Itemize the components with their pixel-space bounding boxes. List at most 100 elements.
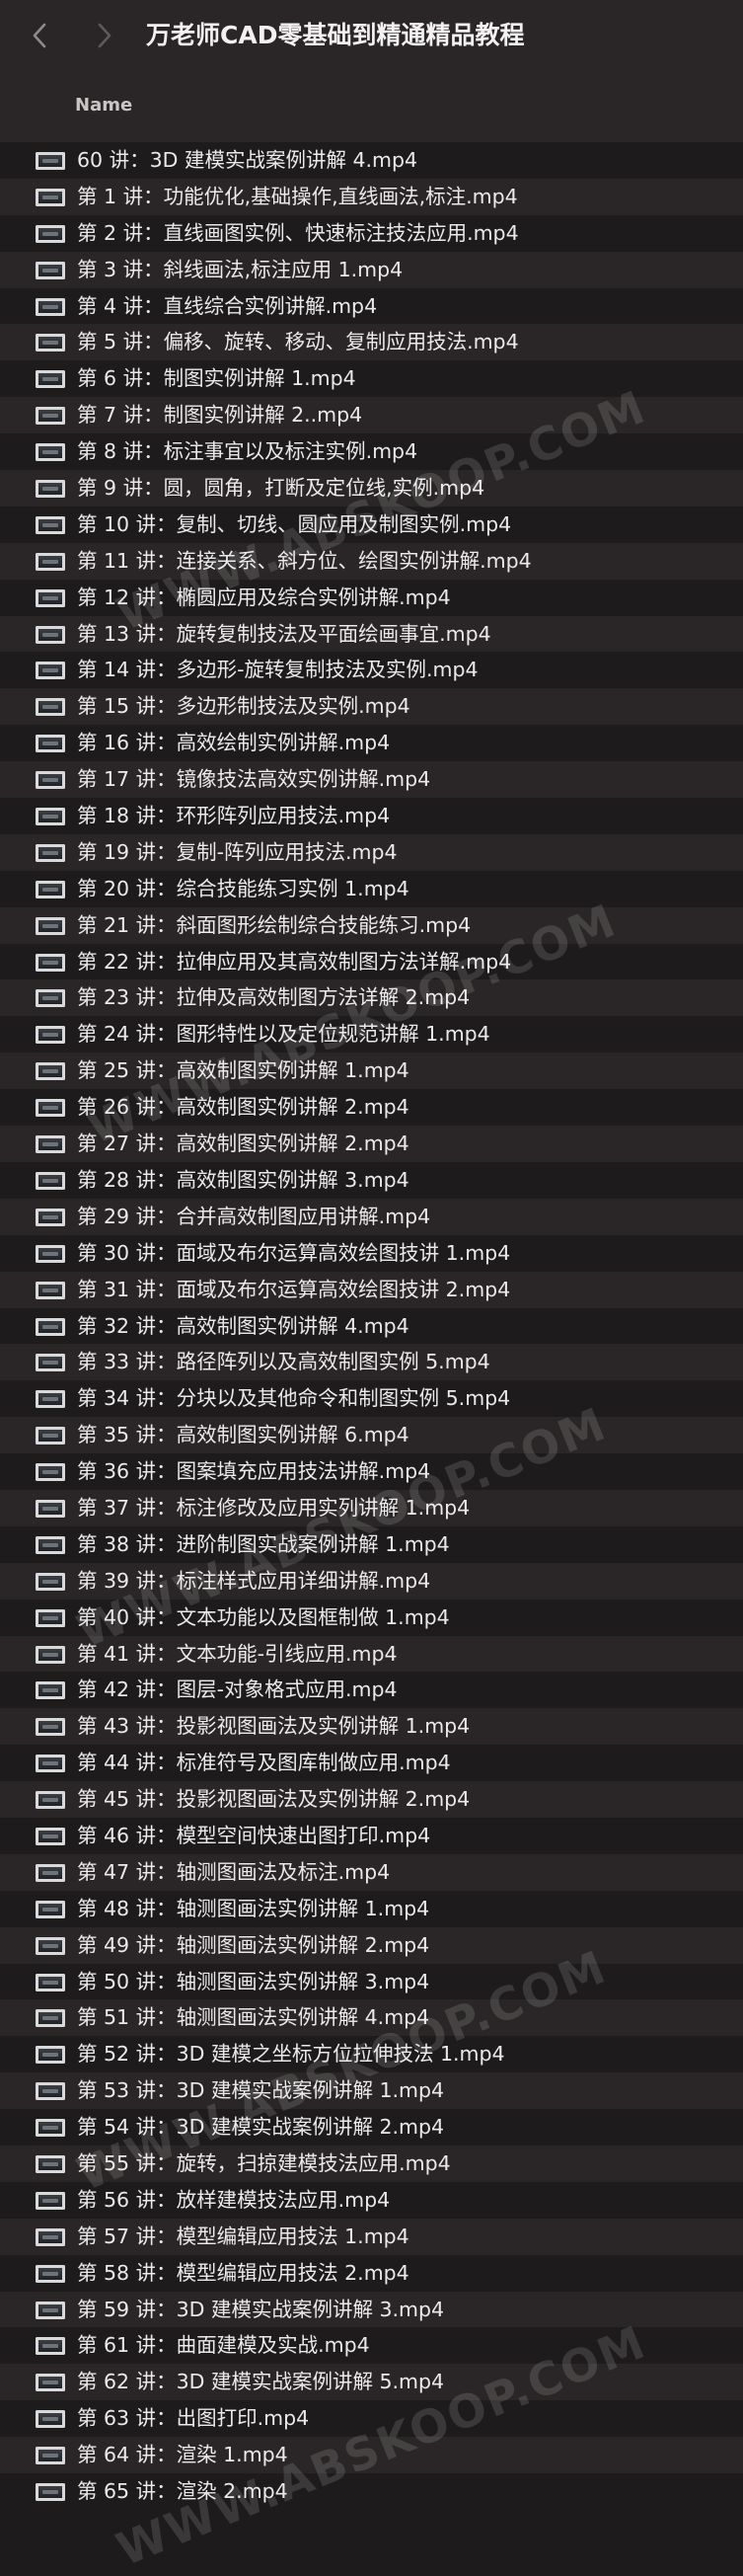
file-row[interactable]: 第 12 讲：椭圆应用及综合实例讲解.mp4 — [0, 579, 743, 616]
file-row[interactable]: 第 65 讲：渲染 2.mp4 — [0, 2473, 743, 2510]
back-button[interactable] — [20, 14, 59, 57]
file-row[interactable]: 第 24 讲：图形特性以及定位规范讲解 1.mp4 — [0, 1016, 743, 1054]
file-row[interactable]: 第 62 讲：3D 建模实战案例讲解 5.mp4 — [0, 2364, 743, 2401]
file-row[interactable]: 第 29 讲：合并高效制图应用讲解.mp4 — [0, 1198, 743, 1235]
file-row[interactable]: 第 5 讲：偏移、旋转、移动、复制应用技法.mp4 — [0, 324, 743, 361]
file-name: 第 23 讲：拉伸及高效制图方法详解 2.mp4 — [77, 985, 471, 1010]
file-row[interactable]: 第 10 讲：复制、切线、圆应用及制图实例.mp4 — [0, 506, 743, 543]
file-name: 第 54 讲：3D 建模实战案例讲解 2.mp4 — [77, 2115, 445, 2140]
file-name: 第 21 讲：斜面图形绘制综合技能练习.mp4 — [77, 912, 472, 937]
file-name: 第 64 讲：渲染 1.mp4 — [77, 2443, 288, 2467]
file-name: 第 26 讲：高效制图实例讲解 2.mp4 — [77, 1095, 409, 1120]
video-file-icon — [36, 1062, 65, 1081]
file-row[interactable]: 第 58 讲：模型编辑应用技法 2.mp4 — [0, 2254, 743, 2292]
file-row[interactable]: 第 25 讲：高效制图实例讲解 1.mp4 — [0, 1053, 743, 1090]
file-row[interactable]: 第 7 讲：制图实例讲解 2..mp4 — [0, 397, 743, 434]
file-row[interactable]: 第 50 讲：轴测图画法实例讲解 3.mp4 — [0, 1963, 743, 2000]
file-name: 第 2 讲：直线画图实例、快速标注技法应用.mp4 — [77, 220, 519, 245]
video-file-icon — [36, 989, 65, 1008]
file-row[interactable]: 第 52 讲：3D 建模之坐标方位拉伸技法 1.mp4 — [0, 2036, 743, 2073]
file-row[interactable]: 第 55 讲：旋转，扫掠建模技法应用.mp4 — [0, 2145, 743, 2182]
file-row[interactable]: 第 33 讲：路径阵列以及高效制图实例 5.mp4 — [0, 1344, 743, 1381]
file-row[interactable]: 第 42 讲：图层-对象格式应用.mp4 — [0, 1672, 743, 1709]
file-row[interactable]: 第 15 讲：多边形制技法及实例.mp4 — [0, 688, 743, 726]
file-row[interactable]: 第 16 讲：高效绘制实例讲解.mp4 — [0, 725, 743, 762]
video-file-icon — [36, 2374, 65, 2392]
file-row[interactable]: 第 34 讲：分块以及其他命令和制图实例 5.mp4 — [0, 1380, 743, 1418]
video-file-icon — [36, 1026, 65, 1045]
file-row[interactable]: 第 61 讲：曲面建模及实战.mp4 — [0, 2327, 743, 2365]
file-name: 第 49 讲：轴测图画法实例讲解 2.mp4 — [77, 1932, 430, 1957]
file-row[interactable]: 第 35 讲：高效制图实例讲解 6.mp4 — [0, 1417, 743, 1454]
file-row[interactable]: 第 51 讲：轴测图画法实例讲解 4.mp4 — [0, 1999, 743, 2037]
file-row[interactable]: 第 21 讲：斜面图形绘制综合技能练习.mp4 — [0, 906, 743, 944]
file-row[interactable]: 第 27 讲：高效制图实例讲解 2.mp4 — [0, 1126, 743, 1162]
file-name: 第 50 讲：轴测图画法实例讲解 3.mp4 — [77, 1969, 430, 1993]
file-row[interactable]: 第 1 讲：功能优化,基础操作,直线画法,标注.mp4 — [0, 178, 743, 215]
file-row[interactable]: 第 59 讲：3D 建模实战案例讲解 3.mp4 — [0, 2291, 743, 2328]
video-file-icon — [36, 1317, 65, 1336]
forward-button[interactable] — [85, 14, 124, 57]
file-row[interactable]: 第 53 讲：3D 建模实战案例讲解 1.mp4 — [0, 2072, 743, 2110]
file-row[interactable]: 第 3 讲：斜线画法,标注应用 1.mp4 — [0, 251, 743, 288]
file-row[interactable]: 第 14 讲：多边形-旋转复制技法及实例.mp4 — [0, 652, 743, 689]
file-name: 第 32 讲：高效制图实例讲解 4.mp4 — [77, 1313, 409, 1338]
file-row[interactable]: 第 46 讲：模型空间快速出图打印.mp4 — [0, 1817, 743, 1854]
file-row[interactable]: 第 26 讲：高效制图实例讲解 2.mp4 — [0, 1089, 743, 1127]
name-column-header[interactable]: Name — [75, 95, 132, 116]
file-row[interactable]: 第 38 讲：进阶制图实战案例讲解 1.mp4 — [0, 1525, 743, 1563]
file-name: 第 28 讲：高效制图实例讲解 3.mp4 — [77, 1167, 409, 1192]
video-file-icon — [36, 2082, 65, 2101]
file-row[interactable]: 第 43 讲：投影视图画法及实例讲解 1.mp4 — [0, 1708, 743, 1746]
file-row[interactable]: 第 31 讲：面域及布尔运算高效绘图技讲 2.mp4 — [0, 1271, 743, 1308]
file-row[interactable]: 第 32 讲：高效制图实例讲解 4.mp4 — [0, 1307, 743, 1345]
file-row[interactable]: 第 44 讲：标准符号及图库制做应用.mp4 — [0, 1745, 743, 1782]
file-name: 60 讲：3D 建模实战案例讲解 4.mp4 — [77, 148, 418, 172]
video-file-icon — [36, 1681, 65, 1700]
file-row[interactable]: 第 64 讲：渲染 1.mp4 — [0, 2437, 743, 2473]
file-row[interactable]: 第 4 讲：直线综合实例讲解.mp4 — [0, 287, 743, 325]
file-row[interactable]: 第 49 讲：轴测图画法实例讲解 2.mp4 — [0, 1926, 743, 1964]
video-file-icon — [36, 1755, 65, 1773]
video-file-icon — [36, 1354, 65, 1372]
file-row[interactable]: 第 23 讲：拉伸及高效制图方法详解 2.mp4 — [0, 979, 743, 1017]
file-row[interactable]: 第 57 讲：模型编辑应用技法 1.mp4 — [0, 2218, 743, 2255]
file-row[interactable]: 第 28 讲：高效制图实例讲解 3.mp4 — [0, 1161, 743, 1199]
video-file-icon — [36, 480, 65, 499]
file-row[interactable]: 第 54 讲：3D 建模实战案例讲解 2.mp4 — [0, 2109, 743, 2146]
file-name: 第 42 讲：图层-对象格式应用.mp4 — [77, 1678, 398, 1702]
file-row[interactable]: 第 18 讲：环形阵列应用技法.mp4 — [0, 798, 743, 834]
file-row[interactable]: 第 17 讲：镜像技法高效实例讲解.mp4 — [0, 761, 743, 799]
video-file-icon — [36, 2046, 65, 2065]
file-name: 第 57 讲：模型编辑应用技法 1.mp4 — [77, 2224, 409, 2248]
file-row[interactable]: 第 22 讲：拉伸应用及其高效制图方法详解.mp4 — [0, 943, 743, 980]
video-file-icon — [36, 224, 65, 243]
file-row[interactable]: 第 6 讲：制图实例讲解 1.mp4 — [0, 360, 743, 398]
video-file-icon — [36, 407, 65, 426]
file-row[interactable]: 第 47 讲：轴测图画法及标注.mp4 — [0, 1853, 743, 1891]
file-row[interactable]: 第 36 讲：图案填充应用技法讲解.mp4 — [0, 1453, 743, 1490]
file-row[interactable]: 第 48 讲：轴测图画法实例讲解 1.mp4 — [0, 1890, 743, 1927]
file-row[interactable]: 第 20 讲：综合技能练习实例 1.mp4 — [0, 870, 743, 907]
file-name: 第 19 讲：复制-阵列应用技法.mp4 — [77, 839, 398, 864]
file-row[interactable]: 第 19 讲：复制-阵列应用技法.mp4 — [0, 833, 743, 871]
file-row[interactable]: 第 11 讲：连接关系、斜方位、绘图实例讲解.mp4 — [0, 542, 743, 580]
file-row[interactable]: 第 56 讲：放样建模技法应用.mp4 — [0, 2181, 743, 2219]
file-row[interactable]: 第 37 讲：标注修改及应用实列讲解 1.mp4 — [0, 1489, 743, 1526]
file-row[interactable]: 第 45 讲：投影视图画法及实例讲解 2.mp4 — [0, 1781, 743, 1818]
file-row[interactable]: 第 13 讲：旋转复制技法及平面绘画事宜.mp4 — [0, 615, 743, 653]
file-row[interactable]: 60 讲：3D 建模实战案例讲解 4.mp4 — [0, 142, 743, 179]
file-row[interactable]: 第 40 讲：文本功能以及图框制做 1.mp4 — [0, 1599, 743, 1636]
video-file-icon — [36, 370, 65, 389]
file-name: 第 25 讲：高效制图实例讲解 1.mp4 — [77, 1058, 409, 1083]
file-row[interactable]: 第 2 讲：直线画图实例、快速标注技法应用.mp4 — [0, 214, 743, 252]
file-row[interactable]: 第 9 讲：圆，圆角，打断及定位线,实例.mp4 — [0, 470, 743, 507]
file-row[interactable]: 第 30 讲：面域及布尔运算高效绘图技讲 1.mp4 — [0, 1234, 743, 1272]
file-name: 第 18 讲：环形阵列应用技法.mp4 — [77, 804, 391, 828]
file-row[interactable]: 第 8 讲：标注事宜以及标注实例.mp4 — [0, 433, 743, 471]
list-header: Name — [0, 73, 743, 144]
file-name: 第 56 讲：放样建模技法应用.mp4 — [77, 2187, 391, 2212]
file-row[interactable]: 第 39 讲：标注样式应用详细讲解.mp4 — [0, 1562, 743, 1600]
file-row[interactable]: 第 63 讲：出图打印.mp4 — [0, 2400, 743, 2438]
file-row[interactable]: 第 41 讲：文本功能-引线应用.mp4 — [0, 1635, 743, 1673]
